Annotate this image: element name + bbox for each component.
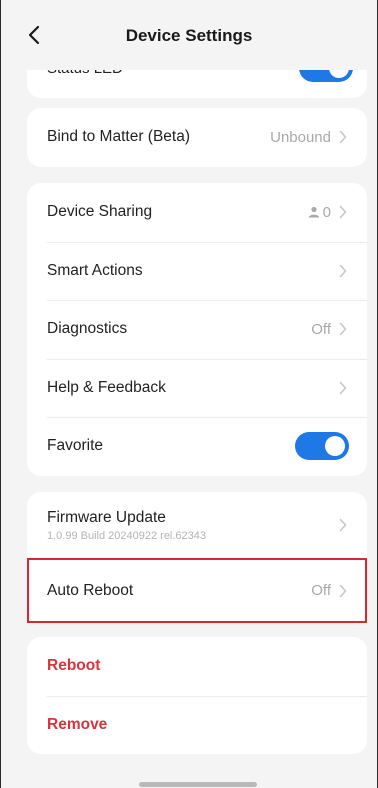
favorite-toggle[interactable] <box>295 432 349 461</box>
chevron-right-icon <box>339 584 349 598</box>
header: Device Settings <box>1 0 377 70</box>
chevron-right-icon <box>339 381 349 395</box>
reboot-row[interactable]: Reboot <box>27 637 367 696</box>
remove-row[interactable]: Remove <box>27 695 367 755</box>
auto-reboot-row[interactable]: Auto Reboot Off <box>27 558 367 623</box>
firmware-update-label: Firmware Update <box>47 508 166 526</box>
phone-screen: Status LED Device Settings Bind to Matte… <box>0 0 378 788</box>
chevron-right-icon <box>339 264 349 278</box>
firmware-version: 1.0.99 Build 20240922 rel.62343 <box>47 529 207 542</box>
help-feedback-label: Help & Feedback <box>47 378 166 396</box>
smart-actions-label: Smart Actions <box>47 261 143 279</box>
bind-to-matter-row[interactable]: Bind to Matter (Beta) Unbound <box>27 108 367 167</box>
smart-actions-row[interactable]: Smart Actions <box>27 241 367 301</box>
reboot-button: Reboot <box>47 657 101 675</box>
auto-reboot-label: Auto Reboot <box>47 581 134 599</box>
favorite-label: Favorite <box>47 437 103 455</box>
toggle-knob <box>325 436 345 457</box>
matter-card: Bind to Matter (Beta) Unbound <box>27 108 367 167</box>
maintenance-card: Firmware Update 1.0.99 Build 20240922 re… <box>27 492 367 623</box>
person-icon <box>308 206 320 218</box>
diagnostics-row[interactable]: Diagnostics Off <box>27 300 367 359</box>
firmware-update-row[interactable]: Firmware Update 1.0.99 Build 20240922 re… <box>27 492 367 558</box>
bind-to-matter-label: Bind to Matter (Beta) <box>47 128 191 146</box>
bind-to-matter-value: Unbound <box>270 128 331 146</box>
chevron-right-icon <box>339 130 349 144</box>
device-sharing-row[interactable]: Device Sharing 0 <box>27 183 367 242</box>
remove-button: Remove <box>47 715 108 733</box>
danger-card: Reboot Remove <box>27 637 367 754</box>
page-title: Device Settings <box>125 26 253 45</box>
auto-reboot-value: Off <box>311 582 331 599</box>
device-sharing-label: Device Sharing <box>47 203 153 221</box>
home-indicator <box>139 782 257 787</box>
firmware-update-text: Firmware Update 1.0.99 Build 20240922 re… <box>47 509 339 542</box>
device-sharing-count: 0 <box>322 203 331 221</box>
help-feedback-row[interactable]: Help & Feedback <box>27 358 367 418</box>
chevron-right-icon <box>339 518 349 532</box>
chevron-right-icon <box>339 322 349 336</box>
diagnostics-label: Diagnostics <box>47 320 128 338</box>
favorite-row: Favorite <box>27 417 367 476</box>
settings-card: Device Sharing 0 Smart Actions Diagnosti… <box>27 183 367 476</box>
chevron-right-icon <box>339 205 349 219</box>
diagnostics-value: Off <box>311 320 331 338</box>
